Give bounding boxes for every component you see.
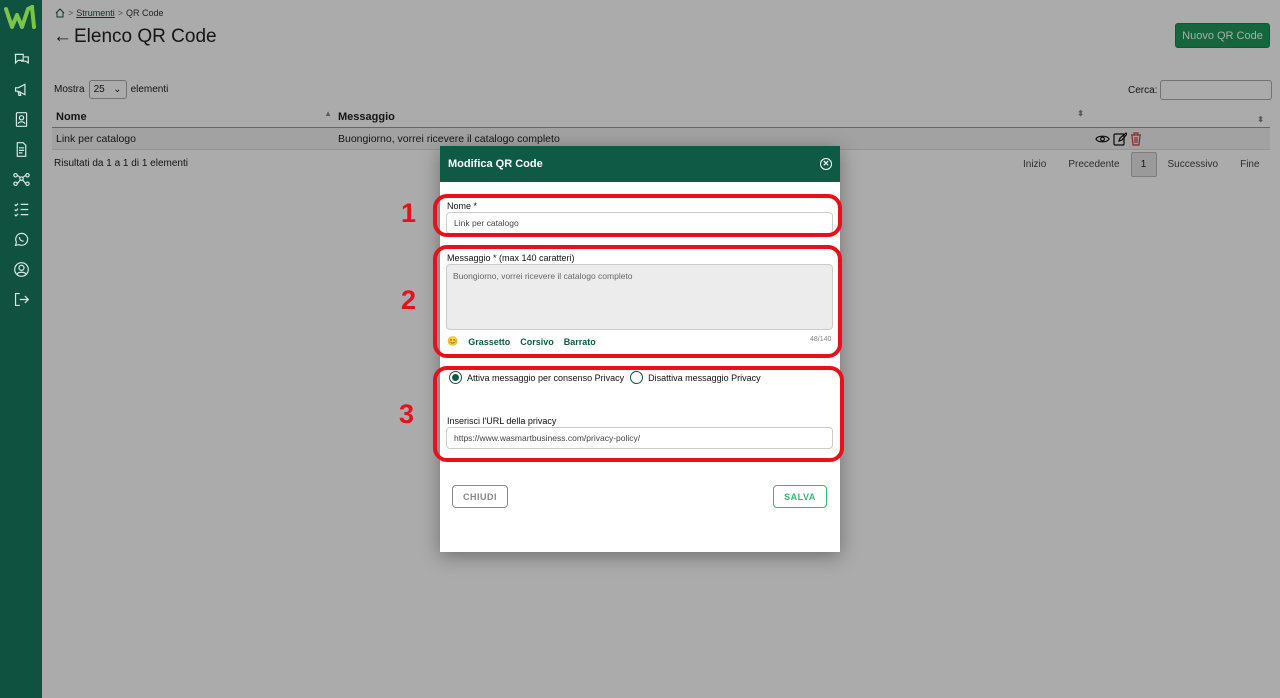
sidebar <box>0 0 42 698</box>
contacts-icon[interactable] <box>10 109 32 129</box>
chat-icon[interactable] <box>10 49 32 69</box>
modal-header: Modifica QR Code ✕ <box>440 146 840 182</box>
checklist-icon[interactable] <box>10 199 32 219</box>
callout-number-1: 1 <box>401 198 417 228</box>
app-logo[interactable] <box>4 5 38 31</box>
callout-box-3 <box>433 366 844 462</box>
close-button[interactable]: CHIUDI <box>452 485 508 508</box>
whatsapp-icon[interactable] <box>10 229 32 249</box>
callout-box-2 <box>433 245 842 358</box>
document-icon[interactable] <box>10 139 32 159</box>
callout-number-3: 3 <box>399 399 415 429</box>
modal-title: Modifica QR Code <box>448 158 543 170</box>
logout-icon[interactable] <box>10 289 32 309</box>
close-icon[interactable]: ✕ <box>820 158 832 170</box>
megaphone-icon[interactable] <box>10 79 32 99</box>
save-button[interactable]: SALVA <box>773 485 827 508</box>
profile-icon[interactable] <box>10 259 32 279</box>
flow-icon[interactable] <box>10 169 32 189</box>
callout-number-2: 2 <box>401 285 417 315</box>
callout-box-1 <box>433 194 842 237</box>
